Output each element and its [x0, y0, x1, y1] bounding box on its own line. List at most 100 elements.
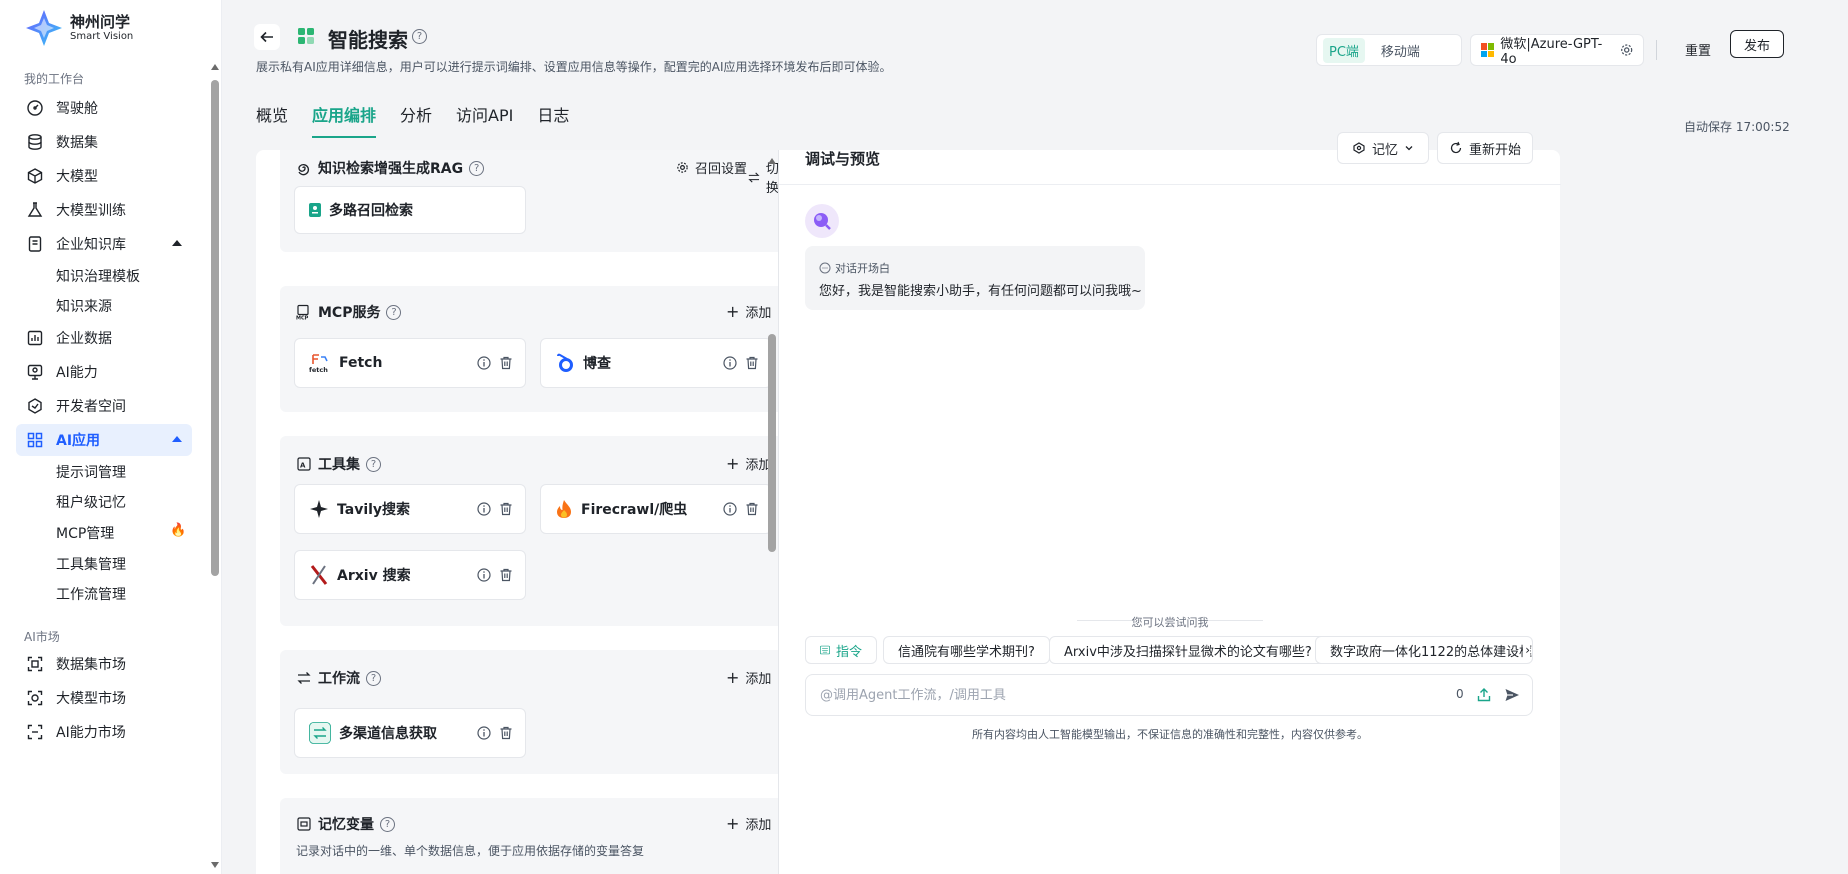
memory-add-button[interactable]: + 添加	[726, 814, 771, 833]
sidebar-item-enterprise-data[interactable]: 企业数据	[16, 322, 192, 354]
gear-icon[interactable]	[1620, 43, 1633, 57]
doc-badge-icon	[309, 203, 321, 217]
suggestion-chip[interactable]: 数字政府一体化1122的总体建设框架 ›	[1315, 636, 1533, 664]
mcp-item-bocha[interactable]: 博查	[540, 338, 772, 388]
sidebar-item-knowledge-base[interactable]: 企业知识库	[16, 228, 192, 260]
info-icon[interactable]	[723, 502, 737, 516]
tools-card: A 工具集 ? + 添加 Tavily搜索 Firecrawl/爬虫 Arxiv…	[280, 436, 778, 626]
sidebar-item-ai-market[interactable]: AI能力市场	[16, 716, 192, 748]
command-chip[interactable]: 指令	[805, 636, 877, 664]
recall-settings-button[interactable]: 召回设置	[676, 158, 747, 177]
chevron-down-icon	[1405, 146, 1413, 151]
trash-icon[interactable]	[745, 502, 759, 516]
upload-icon[interactable]	[1476, 687, 1492, 703]
fire-icon: 🔥	[170, 523, 187, 538]
sidebar-subitem-knowledge-source[interactable]: 知识来源	[56, 296, 112, 316]
sparkle-icon	[310, 500, 328, 518]
sidebar-item-ai-capability[interactable]: AI能力	[16, 356, 192, 388]
scroll-down-arrow-icon[interactable]	[211, 862, 219, 868]
tools-add-button[interactable]: + 添加	[726, 454, 771, 473]
suggestion-chip[interactable]: 信通院有哪些学术期刊?	[883, 636, 1050, 664]
tool-item-arxiv[interactable]: Arxiv 搜索	[294, 550, 526, 600]
chat-composer: 0	[805, 674, 1533, 716]
scroll-up-arrow-icon[interactable]	[768, 158, 776, 164]
tab-orchestration[interactable]: 应用编排	[312, 102, 377, 138]
help-icon[interactable]: ?	[386, 304, 402, 320]
model-selector[interactable]: 微软|Azure-GPT-4o	[1470, 34, 1644, 67]
trash-icon[interactable]	[499, 356, 513, 370]
sidebar-subitem-workflow-mgmt[interactable]: 工作流管理	[56, 584, 126, 604]
grid-icon	[27, 432, 43, 448]
help-icon[interactable]: ?	[412, 29, 427, 44]
trash-icon[interactable]	[499, 502, 513, 516]
help-icon[interactable]: ?	[380, 816, 395, 832]
trash-icon[interactable]	[745, 356, 759, 370]
mcp-add-button[interactable]: + 添加	[726, 302, 771, 321]
sidebar-item-dataset[interactable]: 数据集	[16, 126, 192, 158]
info-icon[interactable]	[477, 568, 491, 582]
help-icon[interactable]: ?	[366, 670, 381, 686]
trash-icon[interactable]	[499, 568, 513, 582]
tab-api[interactable]: 访问API	[456, 102, 513, 138]
help-icon[interactable]: ?	[469, 160, 485, 176]
sidebar-item-ai-app[interactable]: AI应用	[16, 424, 192, 456]
memory-toggle-button[interactable]: 记忆	[1337, 132, 1429, 164]
scrollbar-thumb[interactable]	[768, 334, 776, 552]
platform-pc-option[interactable]: PC端	[1323, 37, 1365, 63]
chat-input[interactable]	[820, 685, 1420, 705]
mcp-title: MCP MCP服务 ?	[296, 302, 402, 322]
info-icon[interactable]	[723, 356, 737, 370]
chevron-right-icon[interactable]: ›	[1523, 643, 1530, 657]
tab-logs[interactable]: 日志	[537, 102, 569, 138]
search-bot-icon	[814, 213, 831, 230]
info-icon[interactable]	[477, 502, 491, 516]
send-icon[interactable]	[1504, 687, 1520, 703]
sidebar-item-label: 大模型	[56, 169, 98, 185]
sidebar-subitem-prompt-mgmt[interactable]: 提示词管理	[56, 462, 126, 482]
platform-mobile-option[interactable]: 移动端	[1375, 38, 1426, 63]
info-icon[interactable]	[477, 356, 491, 370]
publish-button[interactable]: 发布	[1730, 30, 1784, 58]
scan-icon	[27, 656, 43, 672]
sidebar-subitem-tenant-memory[interactable]: 租户级记忆	[56, 492, 126, 512]
arxiv-logo-icon	[310, 565, 328, 585]
sidebar-scrollbar[interactable]	[208, 58, 222, 874]
gear-icon	[677, 162, 688, 173]
sidebar-item-model[interactable]: 大模型	[16, 160, 192, 192]
sidebar-item-cockpit[interactable]: 驾驶舱	[16, 92, 192, 124]
workflow-item-multi-channel[interactable]: 多渠道信息获取	[294, 708, 526, 758]
group-label-market: AI市场	[24, 630, 60, 644]
sidebar-subitem-toolset-mgmt[interactable]: 工具集管理	[56, 554, 126, 574]
page-description: 展示私有AI应用详细信息，用户可以进行提示词编排、设置应用信息等操作，配置完的A…	[256, 60, 892, 74]
reset-button[interactable]: 重置	[1672, 34, 1724, 64]
tool-item-tavily[interactable]: Tavily搜索	[294, 484, 526, 534]
mcp-item-fetch[interactable]: fetch Fetch	[294, 338, 526, 388]
panel-scrollbar[interactable]	[766, 150, 778, 874]
scroll-up-arrow-icon[interactable]	[211, 64, 219, 70]
info-icon[interactable]	[477, 726, 491, 740]
sidebar-item-dataset-market[interactable]: 数据集市场	[16, 648, 192, 680]
sidebar-subitem-knowledge-template[interactable]: 知识治理模板	[56, 266, 140, 286]
brand-logo[interactable]: 神州问学 Smart Vision	[24, 8, 133, 48]
sidebar-subitem-mcp-mgmt[interactable]: MCP管理	[56, 523, 114, 543]
sidebar-item-developer-space[interactable]: 开发者空间	[16, 390, 192, 422]
scrollbar-thumb[interactable]	[211, 80, 219, 576]
trash-icon[interactable]	[499, 726, 513, 740]
restart-icon	[1450, 141, 1462, 154]
rag-item-multi-recall[interactable]: 多路召回检索	[294, 186, 526, 234]
tab-overview[interactable]: 概览	[256, 102, 288, 138]
sidebar-item-model-market[interactable]: 大模型市场	[16, 682, 192, 714]
logo-star-icon	[26, 10, 62, 46]
back-button[interactable]	[254, 24, 280, 50]
tools-title-text: 工具集	[318, 457, 360, 473]
tool-item-firecrawl[interactable]: Firecrawl/爬虫	[540, 484, 772, 534]
workflow-add-button[interactable]: + 添加	[726, 668, 771, 687]
cube-icon	[27, 168, 43, 184]
sidebar-item-label: 开发者空间	[56, 399, 126, 415]
suggestion-chip[interactable]: Arxiv中涉及扫描探针显微术的论文有哪些?	[1049, 636, 1327, 664]
help-icon[interactable]: ?	[366, 456, 381, 472]
sidebar-item-label: AI应用	[56, 433, 101, 449]
sidebar-item-model-training[interactable]: 大模型训练	[16, 194, 192, 226]
restart-button[interactable]: 重新开始	[1437, 132, 1533, 164]
tab-analysis[interactable]: 分析	[400, 102, 432, 138]
